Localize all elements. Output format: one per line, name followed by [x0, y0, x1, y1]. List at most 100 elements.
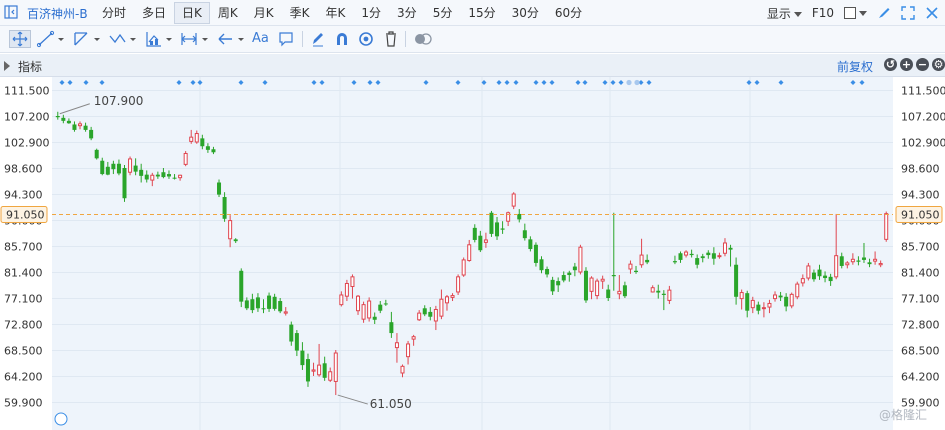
display-dropdown[interactable]: 显示 — [767, 5, 802, 22]
candle-body-down — [706, 252, 711, 256]
period-tab-2[interactable]: 日K — [174, 2, 210, 24]
candle-body-up — [617, 290, 622, 295]
watermark: @格隆汇 — [879, 408, 928, 422]
candle-body-up — [483, 239, 488, 243]
candle-body-up — [834, 255, 839, 278]
period-tab-5[interactable]: 季K — [282, 2, 318, 24]
candle-body-down — [89, 129, 94, 139]
candle-body-down — [111, 163, 116, 170]
arrow-tool-icon[interactable] — [216, 30, 246, 48]
settings-icon[interactable]: ⚙ — [932, 58, 945, 71]
collapse-panel-icon[interactable] — [4, 5, 18, 19]
candle-body-down — [500, 228, 505, 230]
candle-body-down — [161, 172, 166, 178]
candle-body-up — [178, 174, 183, 179]
period-tab-12[interactable]: 60分 — [547, 2, 590, 24]
period-tab-8[interactable]: 3分 — [389, 2, 425, 24]
y-tick-label-left: 68.500 — [4, 345, 43, 358]
candle-body-down — [66, 120, 71, 124]
candle-body-down — [828, 276, 833, 282]
toolbar-divider — [405, 31, 406, 47]
candle-body-down — [522, 230, 527, 239]
candle-body-up — [433, 308, 438, 322]
period-tab-10[interactable]: 15分 — [460, 2, 503, 24]
candle-body-down — [172, 177, 177, 179]
current-price-tag-right: 91.050 — [895, 206, 943, 223]
text-tool-icon[interactable]: Aa — [252, 31, 269, 49]
y-tick-label-right: 64.200 — [901, 371, 940, 384]
candle-body-up — [750, 299, 755, 309]
min-price-label: 61.050 — [370, 397, 412, 411]
candle-body-down — [561, 275, 566, 281]
candle-body-up — [511, 193, 516, 207]
candle-body-down — [94, 149, 99, 159]
candle-body-up — [344, 282, 349, 297]
period-tab-7[interactable]: 1分 — [353, 2, 389, 24]
indicator-label[interactable]: 指标 — [18, 58, 42, 75]
toolbar-divider — [302, 31, 303, 47]
y-tick-label-left: 64.200 — [4, 371, 43, 384]
line-tool-icon[interactable] — [36, 30, 66, 48]
candle-body-down — [478, 235, 483, 251]
candle-body-up — [183, 152, 188, 165]
candle-body-down — [166, 174, 171, 177]
candle-body-down — [116, 163, 121, 174]
candle-body-up — [456, 276, 461, 293]
candle-body-up — [800, 278, 805, 284]
period-tab-9[interactable]: 5分 — [425, 2, 461, 24]
range-tool-icon[interactable] — [180, 30, 210, 48]
chart-type-dropdown[interactable] — [844, 7, 867, 19]
zoom-in-icon[interactable]: + — [900, 58, 913, 71]
zoom-out-icon[interactable]: − — [916, 58, 929, 71]
candle-body-down — [294, 333, 299, 351]
y-tick-label-left: 98.600 — [4, 163, 43, 176]
period-tab-11[interactable]: 30分 — [504, 2, 547, 24]
period-tab-0[interactable]: 分时 — [94, 2, 134, 24]
candle-body-down — [689, 253, 694, 256]
candle-body-down — [728, 247, 733, 250]
candle-body-down — [305, 359, 310, 382]
candle-body-down — [672, 261, 677, 263]
kline-chart[interactable]: 111.500 111.500 107.200 107.200 102.900 102.9… — [0, 77, 945, 430]
period-tabs: 分时 多日 日K 周K 月K 季K 年K 1分 3分 5分 15分 30分 60分 — [94, 2, 590, 24]
candle-body-down — [383, 303, 388, 305]
period-tab-3[interactable]: 周K — [210, 2, 246, 24]
stock-name[interactable]: 百济神州-B — [27, 5, 88, 22]
fibonacci-tool-icon[interactable] — [144, 30, 174, 48]
y-tick-label-right: 77.100 — [901, 293, 940, 306]
candle-body-up — [283, 311, 288, 314]
candle-body-down — [700, 256, 705, 259]
brush-icon[interactable] — [877, 6, 891, 20]
candle-body-down — [572, 266, 577, 271]
wave-tool-icon[interactable] — [108, 30, 138, 48]
close-icon[interactable] — [925, 6, 939, 20]
candle-body-down — [72, 124, 77, 130]
y-tick-label-left: 59.900 — [4, 397, 43, 410]
toggle-icon[interactable] — [413, 30, 433, 48]
refresh-icon[interactable]: ↺ — [884, 58, 897, 71]
comment-icon[interactable] — [278, 30, 294, 48]
trash-icon[interactable] — [383, 30, 399, 48]
y-tick-label-left: 102.900 — [4, 137, 50, 150]
candle-body-down — [778, 295, 783, 298]
pen-icon[interactable] — [310, 30, 326, 48]
magnet-icon[interactable] — [334, 30, 350, 48]
candle-body-down — [61, 117, 66, 121]
candle-body-down — [139, 169, 144, 176]
channel-tool-icon[interactable] — [72, 30, 102, 48]
f10-button[interactable]: F10 — [812, 6, 834, 20]
expand-triangle-icon[interactable] — [4, 61, 10, 71]
candle-body-down — [745, 293, 750, 311]
candle-body-down — [656, 290, 661, 293]
period-tab-4[interactable]: 月K — [246, 2, 282, 24]
eye-icon[interactable] — [358, 30, 374, 48]
candle-body-up — [439, 298, 444, 317]
period-tab-6[interactable]: 年K — [318, 2, 354, 24]
candle-body-down — [255, 297, 260, 309]
price-adjust-dropdown[interactable]: 前复权 — [837, 58, 873, 75]
crosshair-icon[interactable] — [9, 30, 31, 48]
y-tick-label-left: 85.700 — [4, 241, 43, 254]
period-tab-1[interactable]: 多日 — [134, 2, 174, 24]
fullscreen-icon[interactable] — [901, 6, 915, 20]
y-tick-label-right: 68.500 — [901, 345, 940, 358]
